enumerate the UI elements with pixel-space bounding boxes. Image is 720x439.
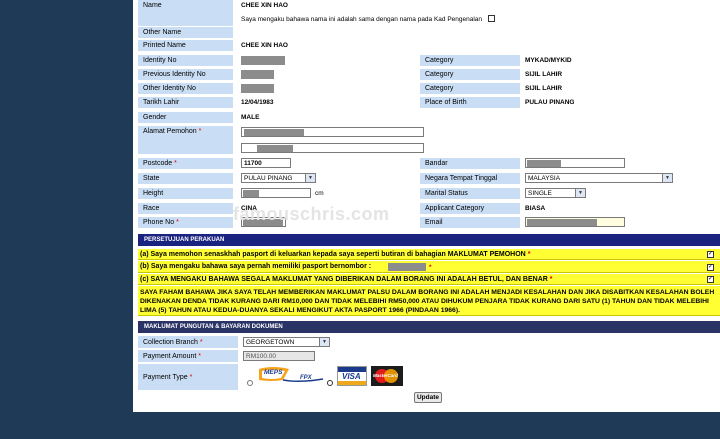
collection-chevron-down-icon: ▼ bbox=[319, 338, 329, 346]
visa-bottom-band bbox=[338, 381, 366, 385]
persetujuan-item-c: (c) SAYA MENGAKU BAHAWA SEGALA MAKLUMAT … bbox=[138, 274, 720, 285]
gender-value: MALE bbox=[241, 114, 260, 121]
tarikh-lahir-value: 12/04/1983 bbox=[241, 99, 274, 106]
race-label: Race bbox=[138, 203, 233, 214]
place-of-birth-value: PULAU PINANG bbox=[525, 99, 575, 106]
collection-branch-label: Collection Branch * bbox=[138, 336, 238, 348]
passport-number-redacted bbox=[388, 263, 426, 271]
alamat-line-1-redacted bbox=[244, 129, 304, 136]
persetujuan-header: PERSETUJUAN PERAKUAN bbox=[138, 234, 720, 246]
height-unit: cm bbox=[315, 190, 324, 197]
persetujuan-item-a-checkbox[interactable]: ✓ bbox=[707, 251, 714, 258]
meps-fpx-logo: MEPS FPX bbox=[253, 365, 325, 387]
other-name-label: Other Name bbox=[138, 27, 233, 38]
payment-amount-label: Payment Amount * bbox=[138, 350, 238, 362]
state-chevron-down-icon: ▼ bbox=[305, 174, 315, 182]
alamat-line-2-input[interactable] bbox=[241, 143, 424, 153]
alamat-line-1-input[interactable] bbox=[241, 127, 424, 137]
payment-amount-field: RM100.00 bbox=[243, 351, 315, 361]
category-value-1: MYKAD/MYKID bbox=[525, 57, 572, 64]
gender-label: Gender bbox=[138, 112, 233, 123]
fpx-text: FPX bbox=[300, 375, 312, 381]
alamat-label: Alamat Pemohon * bbox=[138, 126, 233, 154]
persetujuan-item-a: (a) Saya memohon senaskhah pasport di ke… bbox=[138, 249, 720, 260]
email-redacted bbox=[527, 219, 597, 226]
place-of-birth-label: Place of Birth bbox=[420, 97, 520, 108]
identity-no-label: Identity No bbox=[138, 55, 233, 66]
applicant-category-label: Applicant Category bbox=[420, 203, 520, 214]
mastercard-logo: MasterCard bbox=[371, 366, 403, 386]
category-value-2: SIJIL LAHIR bbox=[525, 71, 563, 78]
height-label: Height bbox=[138, 188, 233, 199]
name-declaration-checkbox[interactable] bbox=[488, 15, 495, 22]
state-select[interactable]: PULAU PINANG ▼ bbox=[241, 173, 316, 183]
persetujuan-warning: SAYA FAHAM BAHAWA JIKA SAYA TELAH MEMBER… bbox=[138, 286, 720, 316]
other-identity-redacted bbox=[241, 84, 274, 93]
bandar-input[interactable] bbox=[525, 158, 625, 168]
postcode-label: Postcode * bbox=[138, 158, 233, 169]
payment-type-label: Payment Type * bbox=[138, 364, 238, 390]
alamat-line-2-redacted bbox=[257, 145, 293, 152]
negara-select[interactable]: MALAYSIA ▼ bbox=[525, 173, 673, 183]
postcode-input[interactable]: 11700 bbox=[241, 158, 291, 168]
mastercard-text: MasterCard bbox=[373, 373, 398, 378]
application-form: Name CHEE XIN HAO Saya mengaku bahawa na… bbox=[133, 0, 720, 412]
watermark: famouschris.com bbox=[233, 204, 390, 224]
negara-chevron-down-icon: ▼ bbox=[662, 174, 672, 182]
card-radio[interactable] bbox=[327, 380, 333, 386]
email-input[interactable] bbox=[525, 217, 625, 227]
category-label-3: Category bbox=[420, 83, 520, 94]
category-value-3: SIJIL LAHIR bbox=[525, 85, 563, 92]
payment-header: MAKLUMAT PUNGUTAN & BAYARAN DOKUMEN bbox=[138, 321, 720, 333]
name-declaration-text: Saya mengaku bahawa nama ini adalah sama… bbox=[241, 15, 483, 23]
name-label: Name bbox=[138, 0, 233, 11]
visa-text: VISA bbox=[342, 372, 361, 381]
negara-label: Negara Tempat Tinggal bbox=[420, 173, 520, 184]
email-label: Email bbox=[420, 217, 520, 228]
update-button[interactable]: Update bbox=[414, 392, 442, 403]
marital-select[interactable]: SINGLE ▼ bbox=[525, 188, 586, 198]
persetujuan-item-b-checkbox[interactable]: ✓ bbox=[707, 264, 714, 271]
other-identity-label: Other Identity No bbox=[138, 83, 233, 94]
bandar-label: Bandar bbox=[420, 158, 520, 169]
previous-identity-label: Previous Identity No bbox=[138, 69, 233, 80]
meps-text: MEPS bbox=[264, 369, 283, 376]
collection-branch-select[interactable]: GEORGETOWN ▼ bbox=[243, 337, 330, 347]
state-label: State bbox=[138, 173, 233, 184]
name-value: CHEE XIN HAO bbox=[241, 2, 288, 9]
marital-chevron-down-icon: ▼ bbox=[575, 189, 585, 197]
fpx-radio[interactable] bbox=[247, 380, 253, 386]
height-input[interactable] bbox=[241, 188, 311, 198]
name-declaration-label-spacer bbox=[138, 11, 233, 26]
height-redacted bbox=[243, 190, 259, 197]
previous-identity-redacted bbox=[241, 70, 274, 79]
category-label-2: Category bbox=[420, 69, 520, 80]
visa-logo: VISA bbox=[337, 366, 367, 386]
category-label-1: Category bbox=[420, 55, 520, 66]
persetujuan-item-b-required: * bbox=[429, 263, 432, 271]
phone-label: Phone No * bbox=[138, 217, 233, 228]
bandar-redacted bbox=[527, 160, 561, 167]
applicant-category-value: BIASA bbox=[525, 205, 546, 212]
persetujuan-item-c-checkbox[interactable]: ✓ bbox=[707, 276, 714, 283]
printed-name-value: CHEE XIN HAO bbox=[241, 42, 288, 49]
printed-name-label: Printed Name bbox=[138, 40, 233, 51]
tarikh-lahir-label: Tarikh Lahir bbox=[138, 97, 233, 108]
identity-no-redacted bbox=[241, 56, 285, 65]
marital-label: Marital Status bbox=[420, 188, 520, 199]
